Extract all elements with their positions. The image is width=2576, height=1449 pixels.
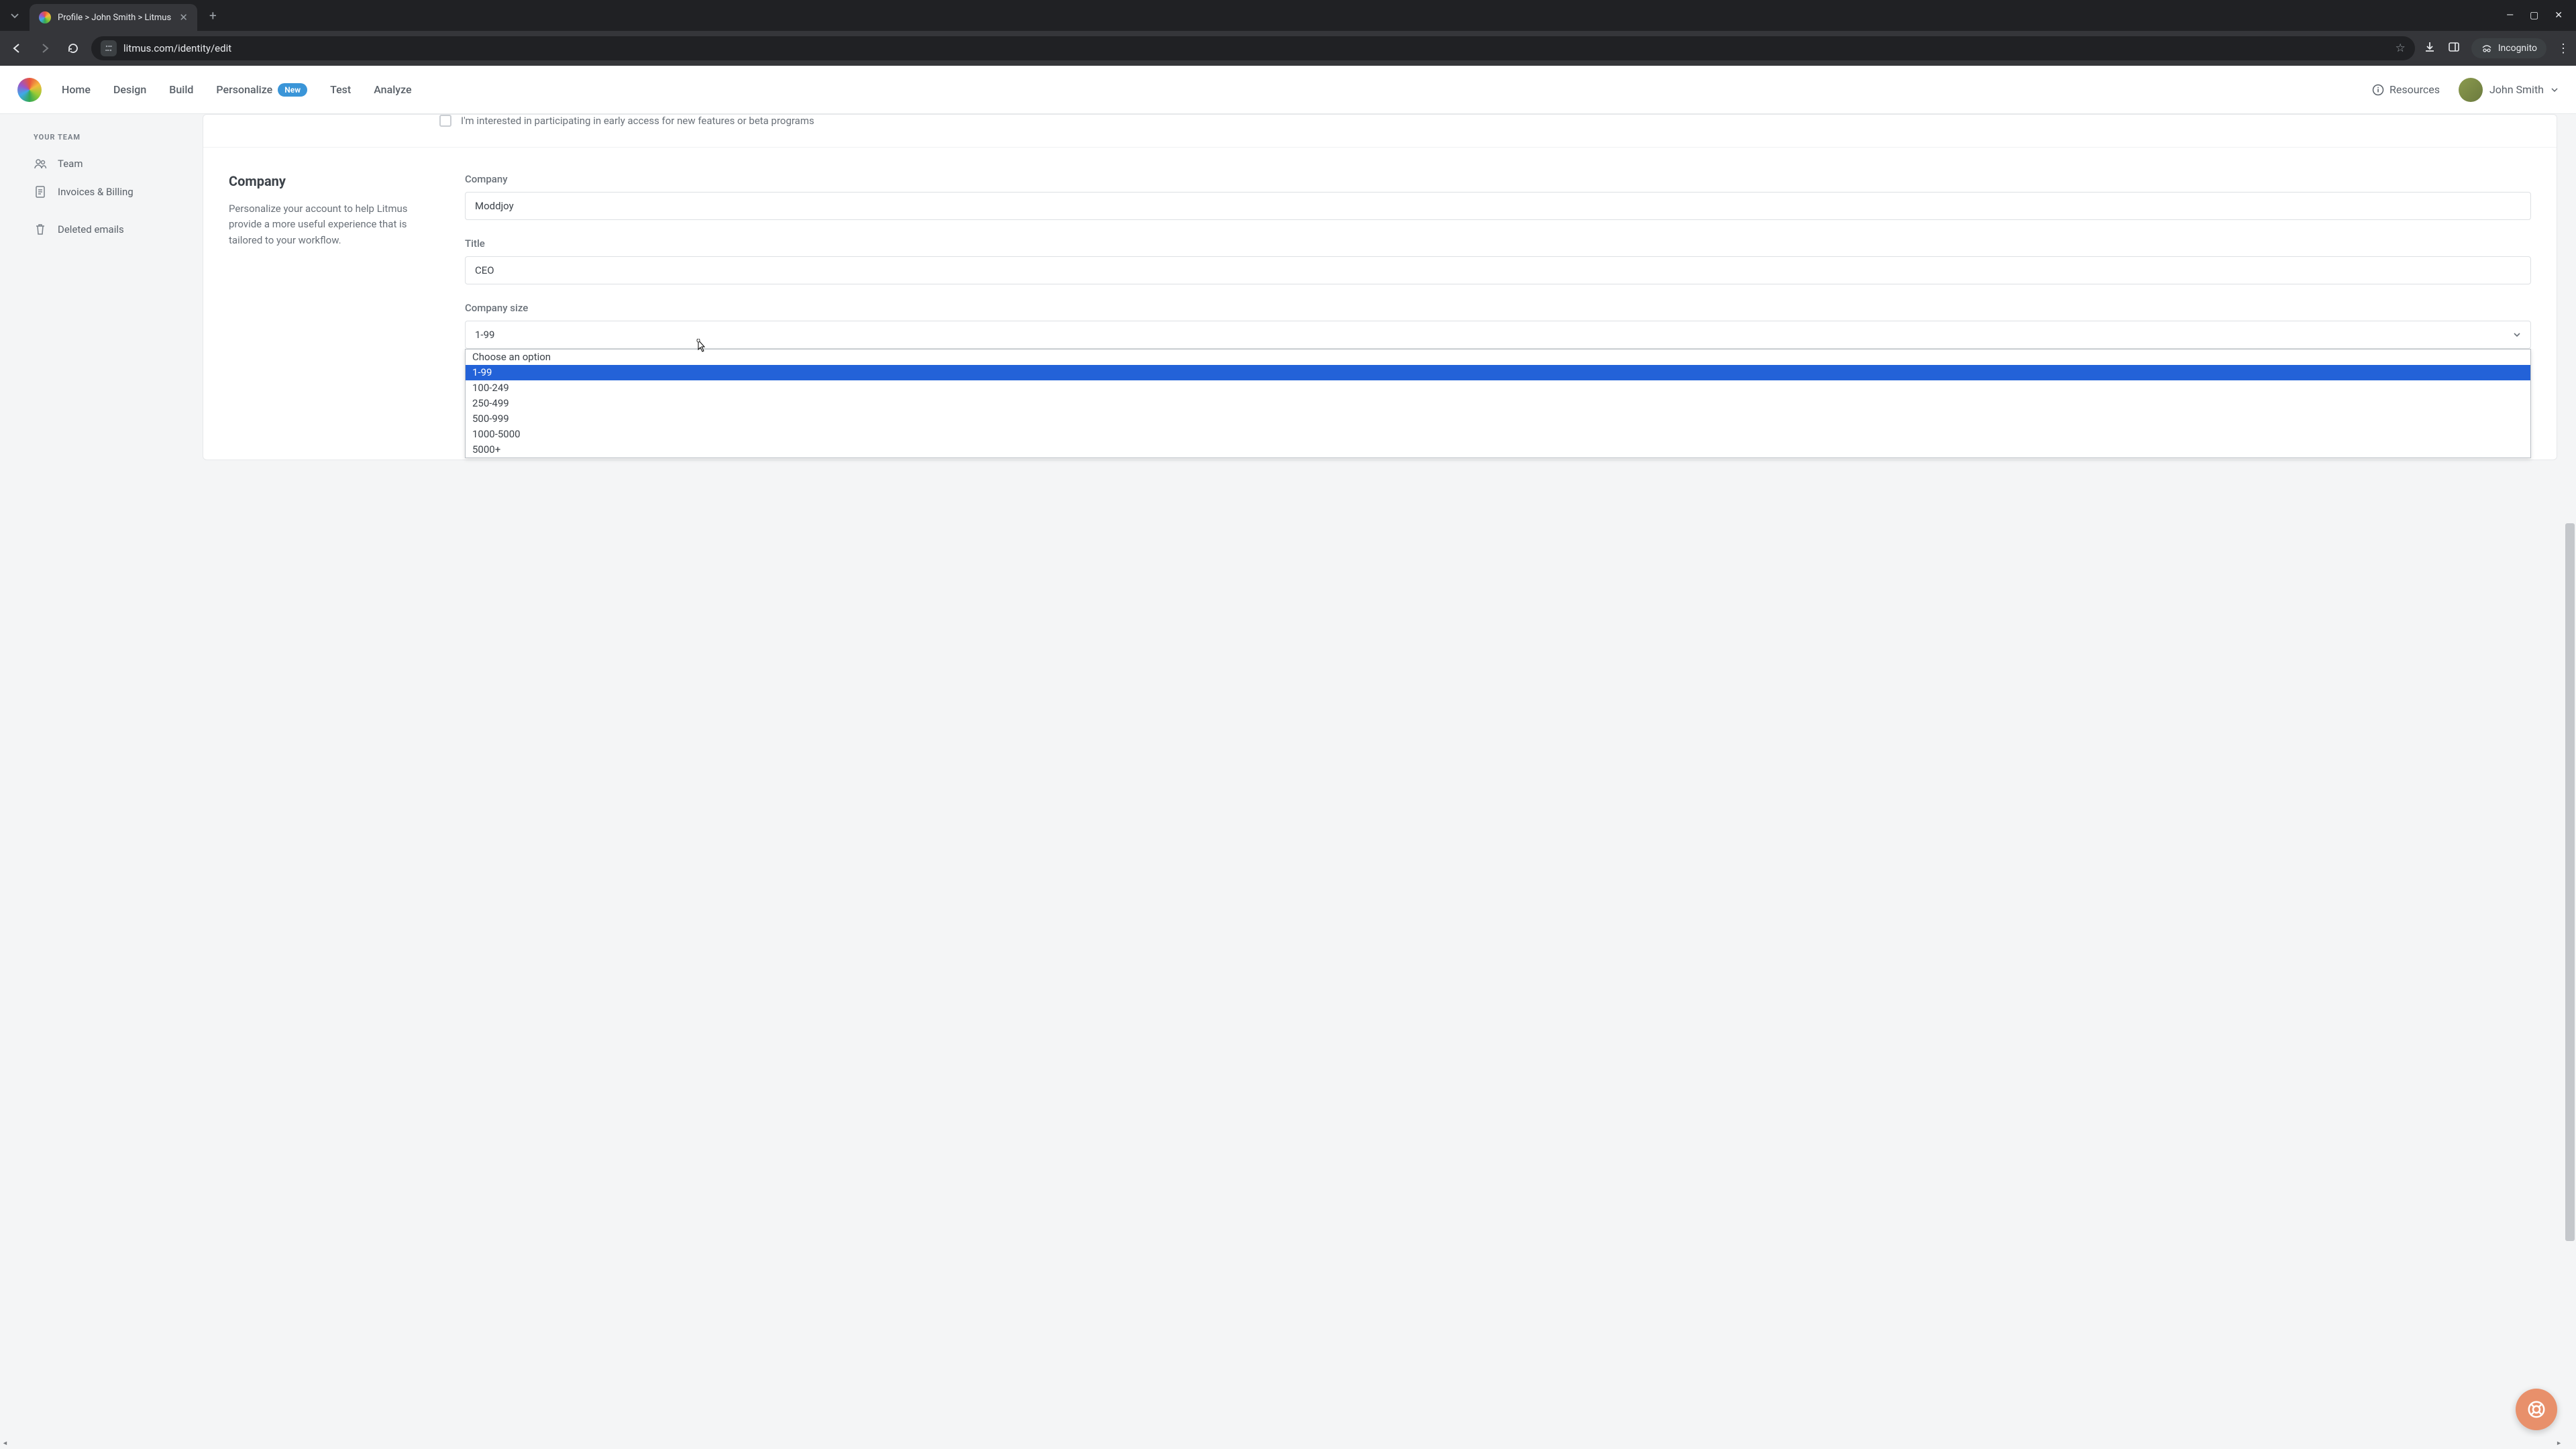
tabs-dropdown-button[interactable]: [0, 0, 30, 31]
url-text: litmus.com/identity/edit: [123, 42, 2388, 54]
scrollbar-thumb[interactable]: [2565, 523, 2575, 1241]
back-button[interactable]: [7, 38, 27, 58]
nav-personalize-label: Personalize: [216, 83, 272, 96]
horizontal-scrollbar[interactable]: [0, 1437, 2564, 1449]
dropdown-option[interactable]: 250-499: [466, 396, 2530, 411]
browser-titlebar: Profile > John Smith > Litmus ✕ + — ▢ ✕: [0, 0, 2576, 31]
downloads-icon[interactable]: [2423, 40, 2436, 56]
section-heading: Company: [229, 173, 438, 189]
invoice-icon: [34, 185, 47, 199]
forward-button[interactable]: [35, 38, 55, 58]
user-menu[interactable]: John Smith: [2459, 78, 2559, 102]
section-description: Personalize your account to help Litmus …: [229, 201, 438, 248]
tab-close-button[interactable]: ✕: [179, 11, 188, 23]
avatar-icon: [2459, 78, 2483, 102]
tab-title: Profile > John Smith > Litmus: [58, 13, 172, 23]
incognito-label: Incognito: [2498, 43, 2537, 54]
new-tab-button[interactable]: +: [197, 8, 229, 23]
user-name-label: John Smith: [2489, 83, 2544, 96]
dropdown-option[interactable]: 100-249: [466, 380, 2530, 396]
checkbox-icon[interactable]: [439, 115, 451, 127]
sidebar-section-label: YOUR TEAM: [0, 123, 203, 150]
sidebar-item-label: Invoices & Billing: [58, 186, 133, 198]
sidebar-item-team[interactable]: Team: [0, 150, 203, 178]
team-icon: [34, 157, 47, 170]
resources-link[interactable]: Resources: [2372, 83, 2440, 96]
dropdown-option[interactable]: Choose an option: [466, 350, 2530, 365]
sidebar-item-invoices[interactable]: Invoices & Billing: [0, 178, 203, 206]
nav-test[interactable]: Test: [330, 83, 351, 96]
help-fab-button[interactable]: [2516, 1389, 2557, 1430]
site-settings-icon[interactable]: [101, 40, 117, 56]
nav-build[interactable]: Build: [169, 83, 193, 96]
dropdown-option[interactable]: 5000+: [466, 442, 2530, 458]
sidebar-item-deleted-emails[interactable]: Deleted emails: [0, 215, 203, 244]
sidepanel-icon[interactable]: [2447, 40, 2461, 56]
bookmark-icon[interactable]: ☆: [2395, 42, 2405, 55]
dropdown-option[interactable]: 500-999: [466, 411, 2530, 427]
minimize-button[interactable]: —: [2506, 10, 2514, 21]
sidebar-item-label: Deleted emails: [58, 223, 124, 235]
early-access-checkbox-row[interactable]: I'm interested in participating in early…: [203, 115, 2557, 147]
favicon-icon: [39, 11, 51, 23]
litmus-logo-icon[interactable]: [17, 78, 42, 102]
company-size-dropdown: Choose an option1-99100-249250-499500-99…: [465, 349, 2531, 458]
maximize-button[interactable]: ▢: [2530, 10, 2538, 21]
app-header: Home Design Build Personalize New Test A…: [0, 66, 2576, 114]
lifebuoy-icon: [2526, 1399, 2546, 1419]
sidebar: YOUR TEAM Team Invoices & Billing Delete…: [0, 114, 203, 1449]
nav-personalize[interactable]: Personalize New: [216, 83, 307, 97]
browser-menu-button[interactable]: ⋮: [2557, 42, 2569, 56]
browser-toolbar: litmus.com/identity/edit ☆ Incognito ⋮: [0, 31, 2576, 66]
main-content: I'm interested in participating in early…: [203, 114, 2576, 1449]
checkbox-label: I'm interested in participating in early…: [461, 115, 814, 127]
title-input[interactable]: [465, 256, 2531, 284]
address-bar[interactable]: litmus.com/identity/edit ☆: [91, 36, 2415, 60]
company-size-value: 1-99: [475, 329, 494, 341]
dropdown-option[interactable]: 1000-5000: [466, 427, 2530, 442]
nav-design[interactable]: Design: [113, 83, 146, 96]
vertical-scrollbar[interactable]: [2564, 131, 2576, 1437]
trash-icon: [34, 223, 47, 236]
window-controls: — ▢ ✕: [2506, 10, 2576, 21]
company-field-label: Company: [465, 173, 2531, 185]
resources-label: Resources: [2390, 83, 2440, 96]
title-field-label: Title: [465, 237, 2531, 250]
nav-home[interactable]: Home: [62, 83, 91, 96]
company-size-select[interactable]: 1-99: [465, 321, 2531, 349]
main-nav: Home Design Build Personalize New Test A…: [62, 83, 412, 97]
company-section: Company Personalize your account to help…: [203, 147, 2557, 393]
new-badge: New: [278, 83, 307, 97]
chevron-down-icon: [2551, 86, 2559, 94]
browser-tab[interactable]: Profile > John Smith > Litmus ✕: [30, 4, 197, 31]
sidebar-item-label: Team: [58, 158, 83, 170]
incognito-badge[interactable]: Incognito: [2471, 38, 2546, 58]
company-input[interactable]: [465, 192, 2531, 220]
reload-button[interactable]: [63, 38, 83, 58]
dropdown-option[interactable]: 1-99: [466, 365, 2530, 380]
nav-analyze[interactable]: Analyze: [374, 83, 411, 96]
company-size-label: Company size: [465, 302, 2531, 314]
close-window-button[interactable]: ✕: [2555, 10, 2563, 21]
